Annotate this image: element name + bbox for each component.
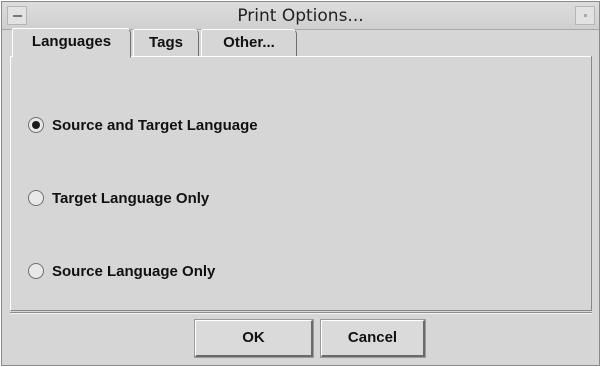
maximize-glyph: [584, 14, 587, 17]
separator-highlight: [10, 313, 592, 314]
option-label: Source and Target Language: [52, 116, 258, 134]
cancel-button[interactable]: Cancel: [320, 319, 426, 358]
tab-languages[interactable]: Languages: [12, 28, 131, 58]
radio-button[interactable]: [28, 263, 44, 279]
ok-button[interactable]: OK: [194, 319, 314, 358]
radio-button[interactable]: [28, 190, 44, 206]
window-title: Print Options...: [237, 6, 364, 26]
option-target-only[interactable]: Target Language Only: [28, 187, 209, 209]
option-source-and-target[interactable]: Source and Target Language: [28, 114, 258, 136]
option-source-only[interactable]: Source Language Only: [28, 260, 215, 282]
option-label: Target Language Only: [52, 189, 210, 207]
tab-other[interactable]: Other...: [201, 29, 297, 57]
tab-tags[interactable]: Tags: [133, 29, 199, 57]
print-options-dialog: Print Options... Languages Tags Other...…: [1, 1, 600, 366]
radio-button-selected[interactable]: [28, 117, 44, 133]
maximize-icon[interactable]: [575, 6, 595, 25]
title-bar: Print Options...: [2, 2, 599, 30]
option-label: Source Language Only: [52, 262, 216, 280]
